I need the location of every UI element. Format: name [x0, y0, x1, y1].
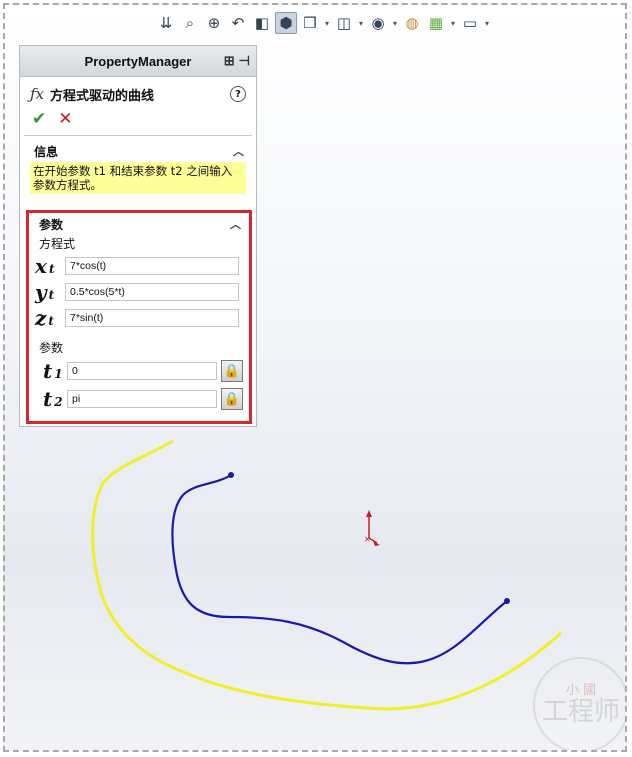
chevron-up-icon[interactable]: ︿ — [230, 216, 241, 232]
curve-start-point[interactable] — [228, 472, 234, 478]
watermark-seal: 小 國 工程师 — [533, 657, 625, 750]
y-equation-input[interactable]: 0.5*cos(5*t) — [65, 283, 239, 301]
split-view-icon[interactable]: ⊞ — [224, 53, 235, 69]
lock-icon: 🔒 — [223, 391, 241, 407]
chevron-down-icon[interactable]: ▾ — [391, 19, 399, 28]
info-heading: 信息 — [34, 144, 59, 159]
parameter-label: 参数 — [39, 341, 64, 355]
chevron-down-icon[interactable]: ▾ — [449, 19, 457, 28]
x-equation-input[interactable]: 7*cos(t) — [65, 257, 239, 275]
svg-text:✕: ✕ — [364, 535, 371, 544]
equation-label: 方程式 — [39, 237, 76, 251]
x-equation-row: xt 7*cos(t) — [29, 253, 249, 279]
t1-symbol: t1 — [43, 359, 63, 383]
eye-icon[interactable]: ◉ — [367, 12, 389, 34]
t1-start-input[interactable]: 0 — [67, 362, 217, 380]
origin-triad-icon: ✕ — [364, 510, 380, 546]
t1-lock-button[interactable]: 🔒 — [221, 360, 243, 382]
pin-icon[interactable]: ⊣ — [239, 53, 250, 69]
parameters-group: 参数 ︿ 方程式 xt 7*cos(t) yt 0.5*cos(5*t) zt … — [26, 210, 252, 424]
t2-end-input[interactable]: pi — [67, 390, 217, 408]
chevron-down-icon[interactable]: ▾ — [323, 19, 331, 28]
y-t-symbol: yt — [35, 280, 55, 304]
t2-lock-button[interactable]: 🔒 — [221, 388, 243, 410]
t2-symbol: t2 — [43, 387, 63, 411]
parameters-group-header[interactable]: 参数 ︿ — [29, 215, 249, 233]
view-orient-icon[interactable]: ⇊ — [155, 12, 177, 34]
graphics-area[interactable]: ✕ ⇊ ⌕ ⊕ ↶ ◧ ⬢ ❒ ▾ ◫ ▾ ◉ ▾ ◍ ▦ ▾ ▭ ▾ Prop… — [3, 3, 627, 752]
zoom-fit-icon[interactable]: ⌕ — [179, 12, 201, 34]
feature-title-row: ƒx 方程式驱动的曲线 ? — [20, 77, 256, 107]
monitor-icon[interactable]: ▭ — [459, 12, 481, 34]
info-message: 在开始参数 t1 和结束参数 t2 之间输入参数方程式。 — [30, 162, 246, 194]
lock-icon: 🔒 — [223, 363, 241, 379]
z-equation-row: zt 7*sin(t) — [29, 305, 249, 331]
heads-up-view-toolbar: ⇊ ⌕ ⊕ ↶ ◧ ⬢ ❒ ▾ ◫ ▾ ◉ ▾ ◍ ▦ ▾ ▭ ▾ — [155, 11, 491, 35]
z-t-symbol: zt — [35, 306, 54, 330]
section-view-icon[interactable]: ◧ — [251, 12, 273, 34]
t2-parameter-row: t2 pi 🔒 — [29, 385, 249, 413]
yellow-sweep-curve[interactable] — [91, 439, 563, 711]
chevron-down-icon[interactable]: ▾ — [483, 19, 491, 28]
equation-curve-icon: ƒx — [30, 85, 45, 103]
property-manager-header: PropertyManager ⊞ ⊣ — [20, 46, 256, 77]
cancel-button[interactable]: ✕ — [58, 109, 72, 129]
info-group-header[interactable]: 信息 ︿ — [24, 142, 252, 160]
property-manager-panel: PropertyManager ⊞ ⊣ ƒx 方程式驱动的曲线 ? ✔ ✕ 信息… — [19, 45, 257, 427]
curve-end-point[interactable] — [504, 598, 510, 604]
x-t-symbol: xt — [35, 254, 55, 278]
y-equation-row: yt 0.5*cos(5*t) — [29, 279, 249, 305]
hide-show-icon[interactable]: ◫ — [333, 12, 355, 34]
blue-equation-curve[interactable] — [171, 474, 508, 665]
previous-view-icon[interactable]: ↶ — [227, 12, 249, 34]
property-manager-title: PropertyManager — [84, 53, 192, 69]
parameters-heading: 参数 — [39, 217, 64, 232]
chevron-up-icon[interactable]: ︿ — [233, 143, 244, 159]
scene-icon[interactable]: ▦ — [425, 12, 447, 34]
action-buttons: ✔ ✕ — [20, 107, 256, 135]
view-cube-icon[interactable]: ❒ — [299, 12, 321, 34]
t1-parameter-row: t1 0 🔒 — [29, 357, 249, 385]
ok-button[interactable]: ✔ — [32, 109, 46, 129]
display-style-icon[interactable]: ⬢ — [275, 12, 297, 34]
help-icon[interactable]: ? — [230, 86, 246, 102]
z-equation-input[interactable]: 7*sin(t) — [65, 309, 239, 327]
info-group: 信息 ︿ 在开始参数 t1 和结束参数 t2 之间输入参数方程式。 — [24, 135, 252, 194]
edit-appearance-icon[interactable]: ◍ — [401, 12, 423, 34]
zoom-area-icon[interactable]: ⊕ — [203, 12, 225, 34]
feature-title: 方程式驱动的曲线 — [50, 88, 155, 104]
chevron-down-icon[interactable]: ▾ — [357, 19, 365, 28]
